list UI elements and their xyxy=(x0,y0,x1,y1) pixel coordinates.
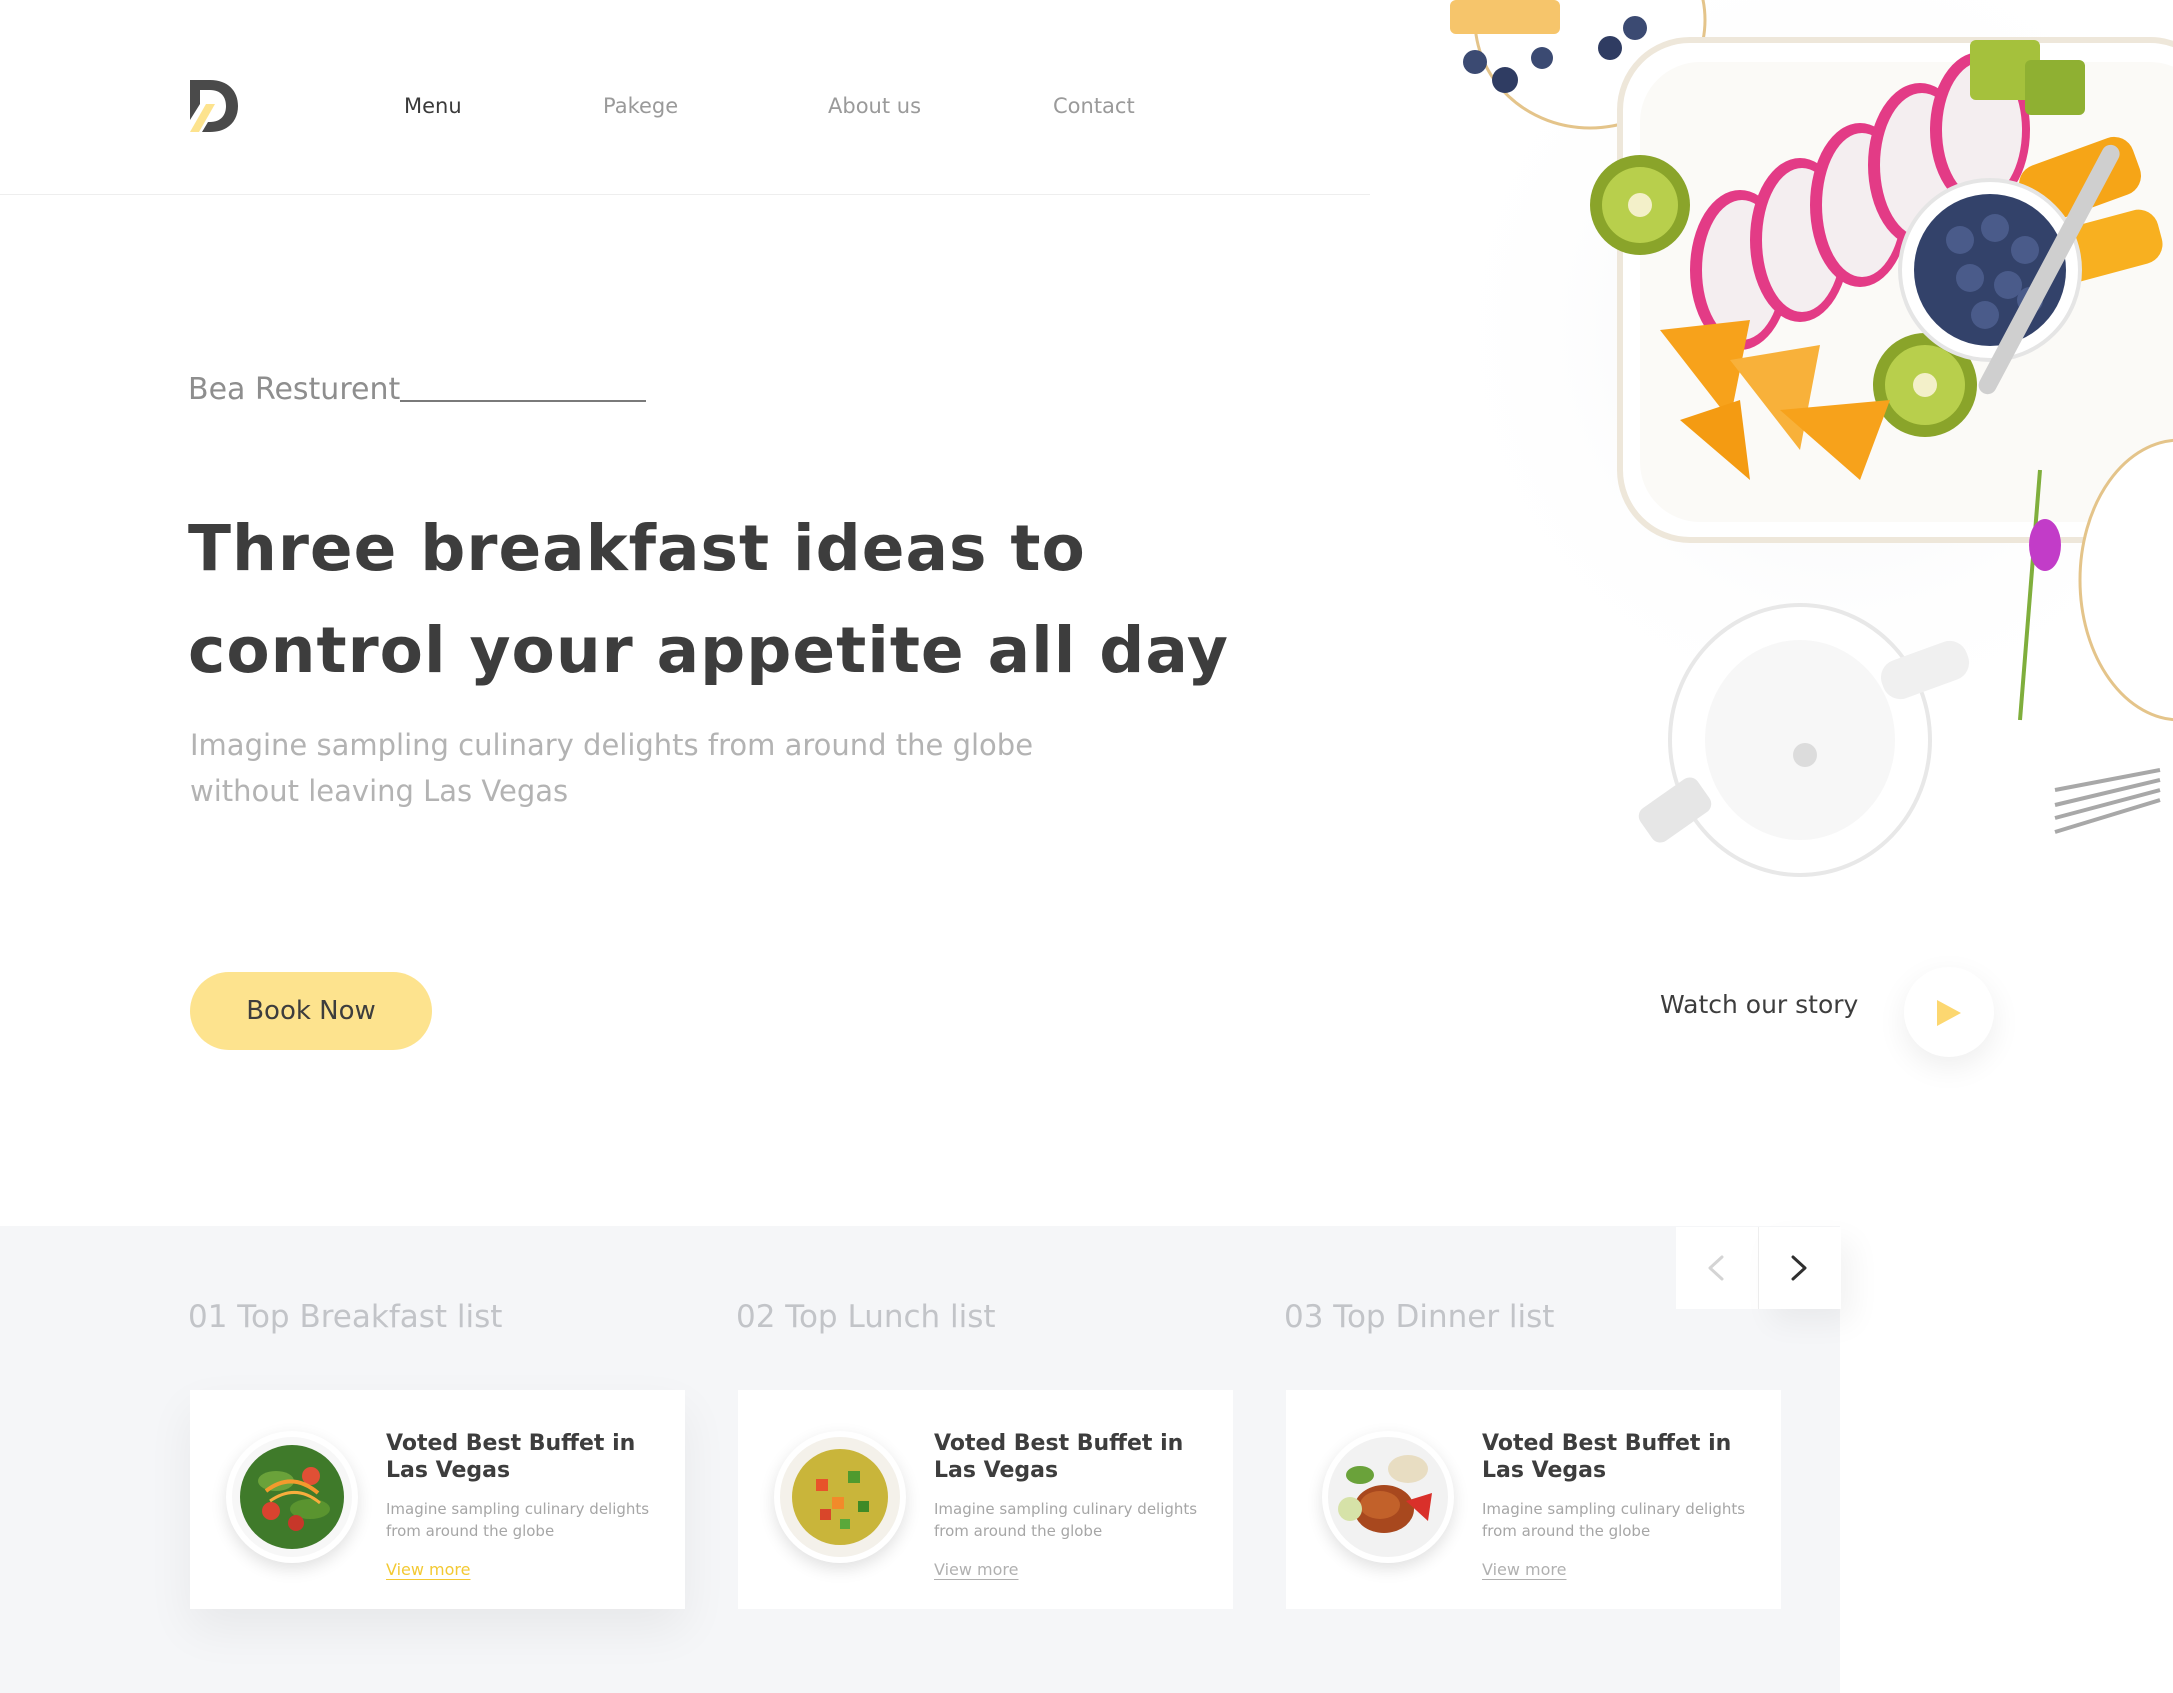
dinner-card[interactable]: Voted Best Buffet in Las Vegas Imagine s… xyxy=(1286,1390,1781,1609)
hero-headline-line-2: control your appetite all day xyxy=(188,614,1229,687)
card-description: Imagine sampling culinary delights from … xyxy=(386,1500,650,1540)
roast-chicken-plate-icon xyxy=(1322,1431,1454,1563)
lunch-card[interactable]: Voted Best Buffet in Las Vegas Imagine s… xyxy=(738,1390,1233,1609)
salad-bowl-icon xyxy=(226,1431,358,1563)
eyebrow-underline xyxy=(400,400,646,402)
view-more-link[interactable]: View more xyxy=(1482,1560,1567,1579)
hero-subtitle: Imagine sampling culinary delights from … xyxy=(190,722,1090,814)
dinner-list-title: 03 Top Dinner list xyxy=(1284,1299,1555,1335)
breakfast-platter-photo xyxy=(1280,0,2173,880)
card-description: Imagine sampling culinary delights from … xyxy=(1482,1500,1746,1540)
view-more-link[interactable]: View more xyxy=(934,1560,1019,1579)
card-title: Voted Best Buffet in Las Vegas xyxy=(934,1431,1184,1483)
breakfast-card[interactable]: Voted Best Buffet in Las Vegas Imagine s… xyxy=(190,1390,685,1609)
header-divider xyxy=(0,194,1370,195)
brand-logo-icon[interactable] xyxy=(188,78,240,134)
vegetable-soup-icon xyxy=(774,1431,906,1563)
hero-subtitle-line-2: without leaving Las Vegas xyxy=(190,774,569,808)
hero-headline-line-1: Three breakfast ideas to xyxy=(188,512,1086,585)
hero-subtitle-line-1: Imagine sampling culinary delights from … xyxy=(190,728,1034,762)
carousel-next-button[interactable] xyxy=(1759,1227,1841,1309)
play-icon xyxy=(1937,1000,1961,1026)
chevron-left-icon xyxy=(1708,1255,1724,1281)
breakfast-list-title: 01 Top Breakfast list xyxy=(188,1299,503,1335)
play-story-button[interactable] xyxy=(1904,967,1994,1057)
nav-package[interactable]: Pakege xyxy=(603,94,678,118)
nav-contact[interactable]: Contact xyxy=(1053,94,1135,118)
carousel-prev-button[interactable] xyxy=(1676,1227,1758,1309)
hero-headline: Three breakfast ideas to control your ap… xyxy=(188,498,1268,702)
watch-story-label[interactable]: Watch our story xyxy=(1660,990,1858,1019)
hero-eyebrow: Bea Resturent xyxy=(188,372,401,407)
card-description: Imagine sampling culinary delights from … xyxy=(934,1500,1198,1540)
chevron-right-icon xyxy=(1791,1255,1807,1281)
nav-about-us[interactable]: About us xyxy=(828,94,921,118)
book-now-button[interactable]: Book Now xyxy=(190,972,432,1050)
card-title: Voted Best Buffet in Las Vegas xyxy=(386,1431,636,1483)
card-title: Voted Best Buffet in Las Vegas xyxy=(1482,1431,1732,1483)
nav-menu[interactable]: Menu xyxy=(404,94,462,118)
lunch-list-title: 02 Top Lunch list xyxy=(736,1299,996,1335)
view-more-link[interactable]: View more xyxy=(386,1560,471,1579)
